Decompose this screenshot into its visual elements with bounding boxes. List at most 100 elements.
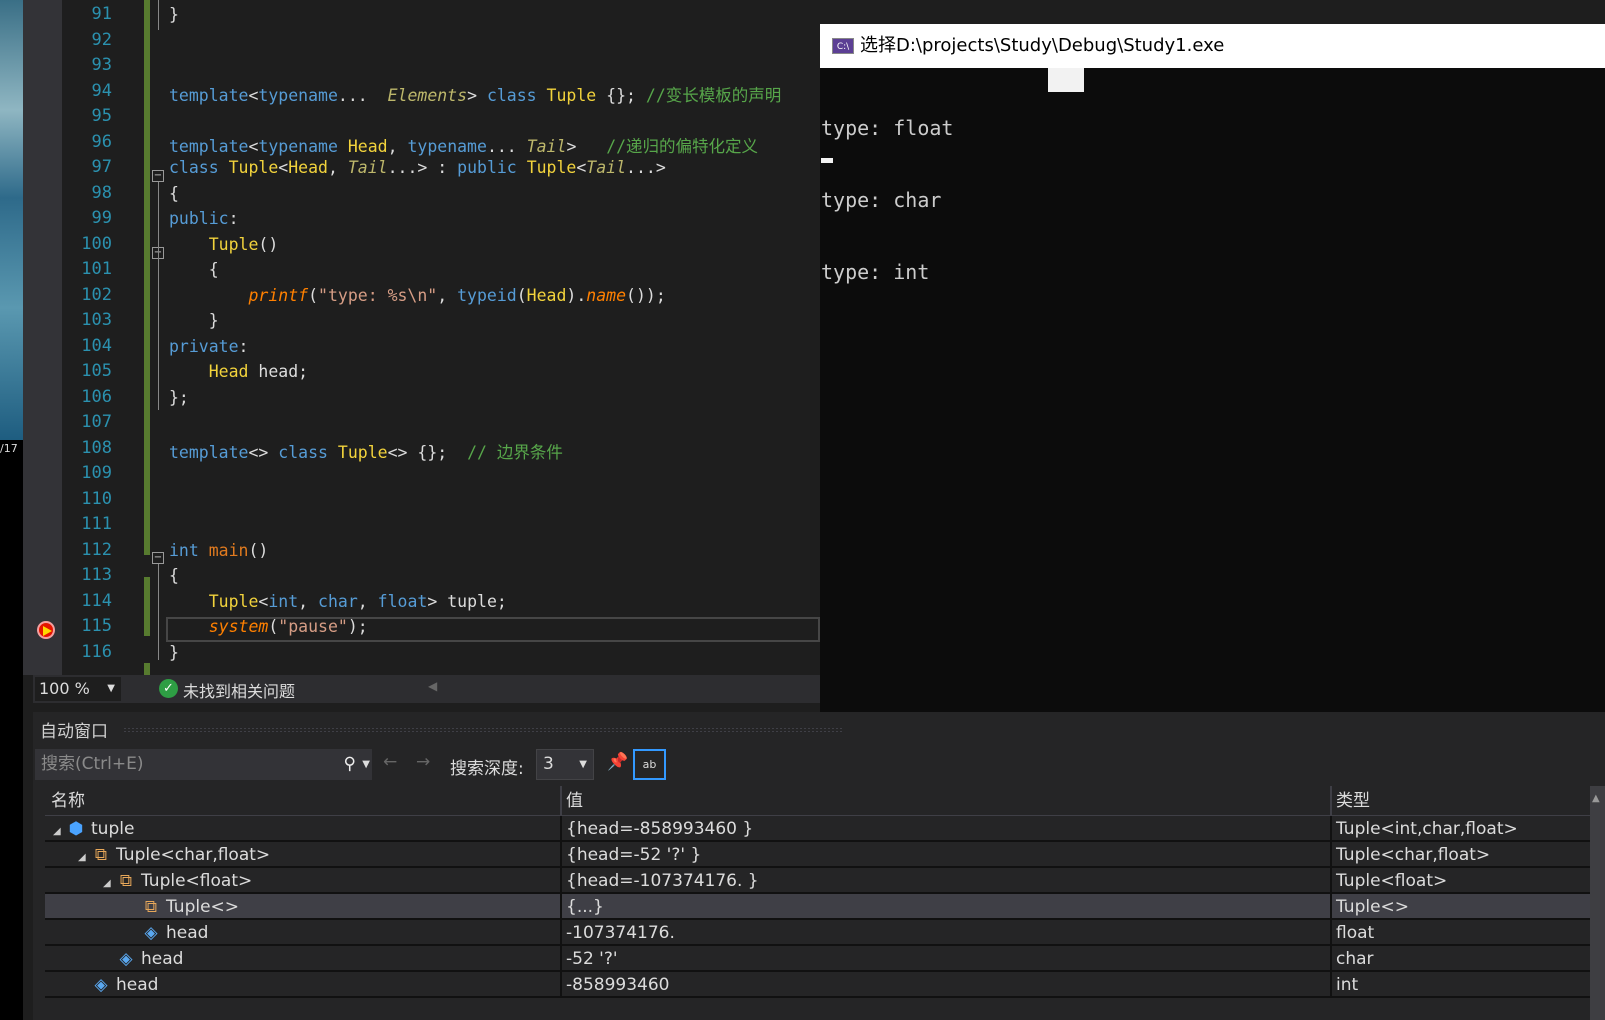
search-depth-dropdown[interactable]: 3 ▼ xyxy=(536,749,594,780)
name-cell: ◈ head xyxy=(45,946,560,970)
code-token: class xyxy=(278,442,338,462)
column-header-value[interactable]: 值 xyxy=(560,786,1330,815)
autos-row[interactable]: ◈ head -107374176. float xyxy=(45,920,1590,946)
vertical-scrollbar[interactable]: ▲ xyxy=(1590,786,1605,1020)
name-cell: ◢ ⧉ Tuple<char,float> xyxy=(45,842,560,866)
scroll-left-icon[interactable]: ◀ xyxy=(428,679,437,693)
type-cell: int xyxy=(1330,972,1590,996)
scroll-up-icon[interactable]: ▲ xyxy=(1590,793,1600,804)
forward-arrow-icon[interactable]: → xyxy=(416,752,430,772)
code-line[interactable]: template<typename Head, typename... Tail… xyxy=(169,133,758,157)
breakpoint-current-statement-icon[interactable] xyxy=(37,621,55,639)
search-depth-value: 3 xyxy=(543,754,554,774)
variable-name: head xyxy=(166,923,209,943)
value-cell[interactable]: {head=-107374176. } xyxy=(560,868,1330,892)
code-line[interactable]: template<typename... Elements> class Tup… xyxy=(169,82,781,106)
code-line[interactable]: class Tuple<Head, Tail...> : public Tupl… xyxy=(169,158,666,177)
code-token: template xyxy=(169,442,249,462)
code-editor[interactable]: 91} 92 93 94 template<typename... Elements> … xyxy=(62,0,820,675)
chevron-down-icon[interactable]: ▼ xyxy=(362,749,370,780)
value-cell[interactable]: -107374176. xyxy=(560,920,1330,944)
code-token: class xyxy=(169,158,229,177)
value-cell[interactable]: {head=-858993460 } xyxy=(560,816,1330,840)
code-line[interactable]: Head head; xyxy=(169,362,308,381)
value-cell[interactable]: {head=-52 '?' } xyxy=(560,842,1330,866)
type-cell: Tuple<char,float> xyxy=(1330,842,1590,866)
console-output: type: float type: char type: int xyxy=(820,68,1605,332)
code-token: Head xyxy=(208,362,249,381)
code-line[interactable]: template<> class Tuple<> {}; // 边界条件 xyxy=(169,439,563,463)
console-title-bar[interactable]: C:\ 选择D:\projects\Study\Debug\Study1.exe xyxy=(820,24,1605,68)
code-token: } xyxy=(169,311,219,330)
collapse-icon[interactable]: − xyxy=(152,552,164,564)
code-line[interactable]: Tuple() xyxy=(169,235,279,254)
code-line[interactable]: private: xyxy=(169,337,248,356)
column-header-name[interactable]: 名称 xyxy=(45,786,560,815)
breakpoint-margin[interactable] xyxy=(23,0,62,675)
code-token: template xyxy=(169,85,249,105)
autos-row[interactable]: ◢ ⧉ Tuple<char,float> {head=-52 '?' } Tuple<… xyxy=(45,842,1590,868)
pin-icon[interactable]: 📌 xyxy=(607,752,628,772)
code-line[interactable]: int main() xyxy=(169,541,268,560)
code-token: //变长模板的声明 xyxy=(645,85,782,105)
line-number: 109 xyxy=(81,463,112,483)
console-cursor xyxy=(821,158,833,163)
base-class-icon: ⧉ xyxy=(94,845,108,865)
selection-block xyxy=(1048,68,1084,92)
variable-name: head xyxy=(141,949,184,969)
code-token: < xyxy=(278,158,289,177)
line-number: 111 xyxy=(81,514,112,534)
code-token: < xyxy=(248,136,259,156)
code-line[interactable]: printf("type: %s\n", typeid(Head).name()… xyxy=(169,285,665,305)
line-number: 113 xyxy=(81,565,112,585)
search-placeholder: 搜索(Ctrl+E) xyxy=(41,754,144,774)
autos-row[interactable]: ◢ ⧉ Tuple<float> {head=-107374176. } Tuple<f… xyxy=(45,868,1590,894)
console-window[interactable]: C:\ 选择D:\projects\Study\Debug\Study1.exe … xyxy=(820,24,1605,788)
autos-row[interactable]: ◈ head -52 '?' char xyxy=(45,946,1590,972)
code-line[interactable]: { xyxy=(169,260,219,279)
autos-row[interactable]: ⧉ Tuple<> {...} Tuple<> xyxy=(45,894,1590,920)
back-arrow-icon[interactable]: ← xyxy=(383,752,397,772)
hex-display-toggle-icon[interactable]: ab xyxy=(633,749,666,780)
code-token: > tuple; xyxy=(427,591,507,611)
code-token: typename xyxy=(258,136,348,156)
value-cell[interactable]: -858993460 xyxy=(560,972,1330,996)
code-token: name xyxy=(586,285,627,305)
panel-drag-handle[interactable] xyxy=(123,727,843,733)
code-line[interactable]: } xyxy=(169,311,219,330)
line-number: 98 xyxy=(91,182,112,203)
search-icon[interactable]: ⚲ xyxy=(344,749,356,780)
value-cell[interactable]: {...} xyxy=(560,894,1330,918)
code-token: //递归的偏特化定义 xyxy=(606,136,759,156)
code-token: "type: %s\n" xyxy=(318,285,438,305)
code-token: Tuple xyxy=(337,442,388,462)
line-number: 95 xyxy=(91,106,112,126)
console-line: type: float xyxy=(821,116,954,140)
code-token: head; xyxy=(248,362,309,381)
zoom-dropdown[interactable]: 100 % ▼ xyxy=(35,677,121,701)
column-header-type[interactable]: 类型 xyxy=(1330,786,1590,815)
code-token: typename xyxy=(258,85,338,105)
value-cell[interactable]: -52 '?' xyxy=(560,946,1330,970)
search-input[interactable]: 搜索(Ctrl+E) ⚲ ▼ xyxy=(35,749,372,780)
line-number: 97 xyxy=(91,157,112,177)
issues-status[interactable]: 未找到相关问题 xyxy=(183,678,295,702)
private-field-icon: ◈ xyxy=(144,923,158,943)
collapse-icon[interactable]: − xyxy=(152,170,164,182)
code-line[interactable]: { xyxy=(169,184,179,203)
code-line[interactable]: Tuple<int, char, float> tuple; xyxy=(169,592,507,611)
code-token: , xyxy=(387,136,408,156)
line-number: 107 xyxy=(81,412,112,432)
code-line[interactable]: }; xyxy=(169,388,189,407)
code-line[interactable]: } xyxy=(169,643,179,662)
autos-row[interactable]: ◢ ⬢ tuple {head=-858993460 } Tuple<int,char,… xyxy=(45,816,1590,842)
code-token: Tuple xyxy=(228,158,279,177)
autos-row[interactable]: ◈ head -858993460 int xyxy=(45,972,1590,998)
code-line[interactable]: public: xyxy=(169,209,239,228)
private-field-icon: ◈ xyxy=(94,975,108,995)
line-number: 116 xyxy=(81,641,112,662)
code-line[interactable]: } xyxy=(169,5,179,24)
code-line[interactable]: { xyxy=(169,566,179,585)
code-line[interactable]: system("pause"); xyxy=(169,617,368,636)
